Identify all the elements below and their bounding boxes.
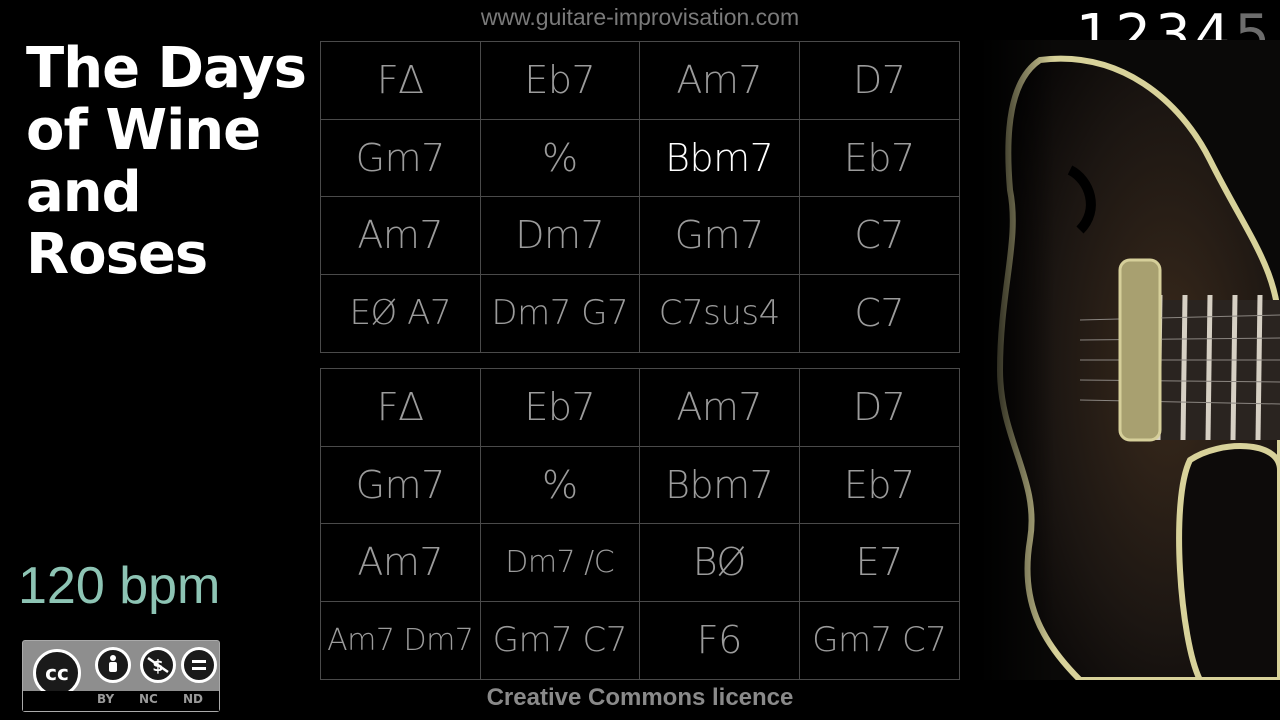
chord-cell: Eb7 xyxy=(480,42,640,120)
cc-label-by: BY xyxy=(97,692,115,706)
license-footer[interactable]: Creative Commons licence xyxy=(320,684,960,712)
chord-cell: C7 xyxy=(854,291,905,336)
chord-cell: % xyxy=(480,119,640,197)
chord-cell: Am7 xyxy=(640,369,800,447)
chord-grid-bottom: FΔ Eb7 Am7 D7 Gm7% Bbm7 Eb7 Am7 Dm7 /C BØ E7 Am7 Dm… xyxy=(320,368,960,680)
chord-cell: Am7 xyxy=(321,524,481,602)
guitar-image xyxy=(980,40,1280,680)
chord-grid-top: FΔ Eb7 Am7 D7 Gm7% Bbm7 Eb7 Am7 Dm7 Gm7 C7 EØ A7 Dm7… xyxy=(320,41,960,353)
chord-cell: Dm7 xyxy=(480,197,640,275)
chord-cell: Gm7 C7 xyxy=(481,601,640,679)
chord-cell: E7 xyxy=(799,524,959,602)
chord-cell: Gm7 xyxy=(640,197,800,275)
tempo-label: 120 bpm xyxy=(18,557,221,615)
chord-cell: Eb7 xyxy=(799,447,959,524)
chord-cell: F6 xyxy=(640,601,800,679)
chord-cell: Dm7 G7 xyxy=(481,274,640,352)
chord-cell: C7 xyxy=(799,197,959,275)
cc-label-nd: ND xyxy=(183,692,204,706)
chord-cell: Gm7 xyxy=(321,446,481,524)
chord-cell: FΔ xyxy=(321,369,481,447)
chord-cell: Bbm7 xyxy=(640,119,800,197)
chord-cell: Gm7 xyxy=(321,119,481,197)
chord-cell: Am7 Dm7 xyxy=(321,601,481,679)
chord-cell: Eb7 xyxy=(799,120,959,197)
creative-commons-badge[interactable]: cc $ BY NC ND xyxy=(22,640,220,712)
chord-cell: Gm7 C7 xyxy=(812,620,947,661)
chord-cell: Am7 xyxy=(321,197,481,275)
chord-cell: BØ xyxy=(640,524,800,602)
chord-cell: Am7 xyxy=(640,42,800,120)
cc-logo-icon: cc xyxy=(33,649,81,697)
song-title: The Days of Wine and Roses xyxy=(26,36,307,287)
chord-cell: Dm7 /C xyxy=(480,524,640,602)
chord-cell: FΔ xyxy=(321,42,481,120)
chord-cell: C7sus4 xyxy=(640,274,800,352)
chord-cell: EØ A7 xyxy=(321,274,481,352)
cc-label-nc: NC xyxy=(139,692,158,706)
chord-cell: Bbm7 xyxy=(640,446,800,524)
chord-cell: % xyxy=(480,446,640,524)
chord-cell: D7 xyxy=(799,369,959,447)
no-derivatives-icon xyxy=(181,647,217,683)
chord-cell: Eb7 xyxy=(480,369,640,447)
chord-cell: D7 xyxy=(799,42,959,120)
attribution-icon xyxy=(95,647,131,683)
noncommercial-icon: $ xyxy=(140,647,176,683)
